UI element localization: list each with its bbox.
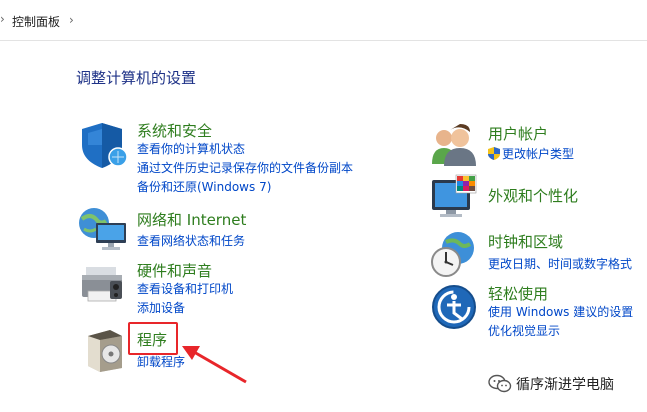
category-user-accounts[interactable]: 用户帐户 [488,123,548,144]
clock-globe-icon[interactable] [430,230,478,282]
chevron-right-icon[interactable]: › [69,13,74,27]
link-view-network-status[interactable]: 查看网络状态和任务 [137,232,245,249]
category-ease-of-access[interactable]: 轻松使用 [488,283,548,304]
wechat-icon [488,374,512,398]
link-windows-recommended-settings[interactable]: 使用 Windows 建议的设置 [488,303,633,320]
link-optimize-visual-display[interactable]: 优化视觉显示 [488,322,560,339]
watermark-text: 循序渐进学电脑 [516,377,614,393]
network-globe-icon[interactable] [76,205,130,257]
red-arrow-icon [180,340,250,389]
security-shield-icon[interactable] [78,119,130,175]
link-view-computer-status[interactable]: 查看你的计算机状态 [137,140,245,157]
chevron-right-icon[interactable]: › [0,12,5,26]
link-add-device[interactable]: 添加设备 [137,299,185,316]
link-change-date-time-format[interactable]: 更改日期、时间或数字格式 [488,255,632,272]
printer-icon[interactable] [76,257,130,311]
category-clock-region[interactable]: 时钟和区域 [488,231,563,252]
category-system-security[interactable]: 系统和安全 [137,120,212,141]
link-backup-restore[interactable]: 备份和还原(Windows 7) [137,178,271,195]
category-appearance[interactable]: 外观和个性化 [488,185,578,206]
ease-of-access-icon[interactable] [430,283,478,335]
uac-shield-icon [488,147,500,163]
link-change-account-type[interactable]: 更改帐户类型 [488,145,574,163]
link-change-account-type-label: 更改帐户类型 [502,147,575,161]
display-palette-icon[interactable] [430,174,478,224]
address-bar: › 控制面板 › [0,0,647,41]
category-hardware-sound[interactable]: 硬件和声音 [137,260,212,281]
users-icon[interactable] [430,124,478,172]
link-file-history-backup[interactable]: 通过文件历史记录保存你的文件备份副本 [137,159,353,176]
link-uninstall-program[interactable]: 卸载程序 [137,353,185,370]
program-box-icon[interactable] [80,326,130,378]
page-title: 调整计算机的设置 [76,69,197,87]
breadcrumb-control-panel[interactable]: 控制面板 [12,13,60,30]
highlight-box [128,322,178,355]
link-devices-printers[interactable]: 查看设备和打印机 [137,280,233,297]
category-network-internet[interactable]: 网络和 Internet [137,209,246,230]
